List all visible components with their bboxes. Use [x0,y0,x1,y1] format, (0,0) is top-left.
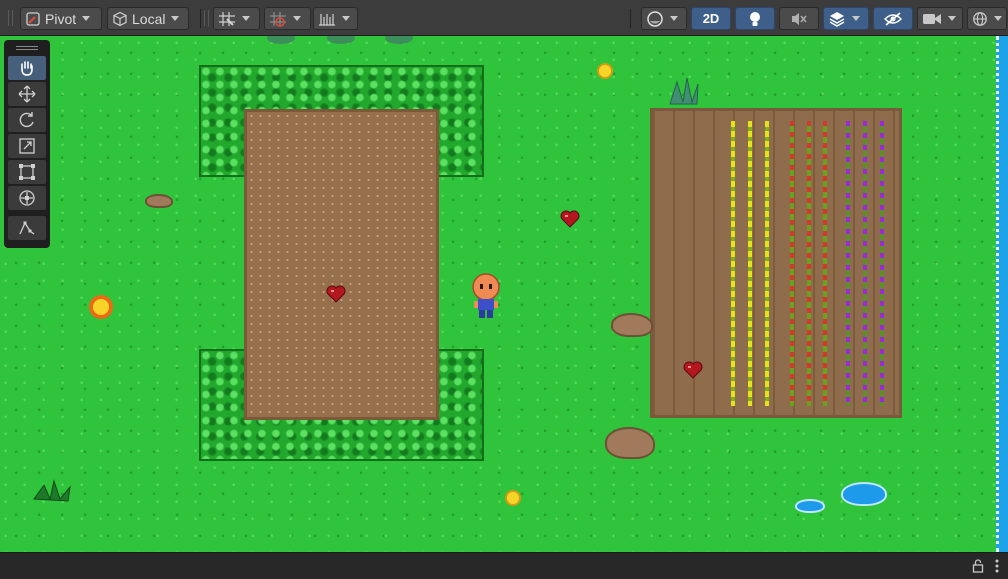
local-label: Local [132,10,166,27]
status-bar [0,552,1008,579]
crop-row [748,121,752,406]
transform-tool-button[interactable] [8,186,46,210]
effects-layers-icon [829,11,845,27]
increment-snap-dropdown[interactable] [264,7,311,30]
scene-lighting-toggle[interactable] [735,7,775,30]
crop-row [823,121,827,406]
camera-icon [923,13,941,24]
scene-viewport[interactable] [0,36,1008,552]
crop-row [846,121,850,406]
chevron-down-icon [342,16,350,21]
move-icon [18,85,36,103]
more-vertical-icon[interactable] [994,558,1000,574]
chevron-down-icon [242,16,250,21]
custom-editor-tool-button[interactable] [8,216,46,240]
weed-sprite[interactable] [32,479,72,503]
transform-icon [19,190,35,206]
rock-sprite[interactable] [145,194,173,208]
toggle-2d-button[interactable]: 2D [691,7,731,30]
scene-effects-dropdown[interactable] [823,7,869,30]
player-sprite[interactable] [469,273,503,321]
chevron-down-icon [948,16,956,21]
increment-snap-icon [270,11,286,27]
dirt-path [244,109,439,420]
gizmos-icon [973,11,987,26]
hidden-eye-icon [883,11,903,26]
toolbar-separator [200,9,201,28]
chevron-down-icon [670,16,678,21]
shading-mode-dropdown[interactable] [641,7,687,30]
chevron-down-icon [171,16,180,21]
bush-edge-sprite [267,36,413,44]
rect-transform-icon [19,164,35,180]
chevron-down-icon [293,16,301,21]
tools-overlay [4,40,50,248]
grid-snap-dropdown[interactable] [213,7,260,30]
hedge-gap-left [199,175,249,351]
water-edge [996,36,1008,552]
tool-separator [8,210,46,214]
heart-sprite[interactable] [683,361,703,379]
rect-tool-button[interactable] [8,160,46,184]
crop-row [731,121,735,406]
local-dropdown[interactable]: Local [107,7,189,30]
toolbar-grip[interactable] [8,10,13,26]
tools-grip[interactable] [8,42,46,54]
scene-camera-dropdown[interactable] [917,7,963,30]
crop-row [790,121,794,406]
local-cube-icon [113,11,127,26]
gizmos-dropdown[interactable] [967,7,1007,30]
audio-mute-icon [792,12,807,25]
scene-audio-toggle[interactable] [779,7,819,30]
pond-sprite[interactable] [795,499,825,513]
crop-row [807,121,811,406]
crop-row [765,121,769,406]
pivot-label: Pivot [45,10,77,27]
scene-visibility-toggle[interactable] [873,7,913,30]
chevron-down-icon [852,16,860,21]
hand-tool-button[interactable] [8,56,46,80]
rotate-tool-button[interactable] [8,108,46,132]
toolbar-separator [630,9,631,28]
scale-tool-button[interactable] [8,134,46,158]
lock-icon[interactable] [972,558,984,574]
scene-view-toolbar: Pivot Local 2D [0,0,1008,36]
crop-row [863,121,867,406]
editor-tool-icon [19,221,35,235]
lighting-icon [750,11,760,26]
rotate-icon [19,112,34,128]
toggle-2d-label: 2D [702,11,720,26]
ruler-grid-icon [319,13,335,26]
grid-visibility-dropdown[interactable] [313,7,358,30]
coin-sprite-selected[interactable] [89,295,113,319]
pivot-icon [26,11,40,26]
toolbar-grip[interactable] [204,10,209,26]
hand-icon [21,61,33,76]
chevron-down-icon [82,16,91,21]
weed-sprite[interactable] [667,76,701,106]
chevron-down-icon [994,16,1002,21]
move-tool-button[interactable] [8,82,46,106]
coin-sprite[interactable] [597,63,613,79]
rock-sprite[interactable] [611,313,653,337]
grid-snap-icon [219,11,235,26]
scale-icon [19,138,35,154]
heart-sprite[interactable] [560,210,580,228]
heart-sprite[interactable] [326,285,346,303]
rock-sprite[interactable] [605,427,655,459]
shading-sphere-icon [647,10,663,27]
coin-sprite[interactable] [505,490,521,506]
crop-row [880,121,884,406]
pivot-dropdown[interactable]: Pivot [20,7,102,30]
pond-sprite[interactable] [841,482,887,506]
